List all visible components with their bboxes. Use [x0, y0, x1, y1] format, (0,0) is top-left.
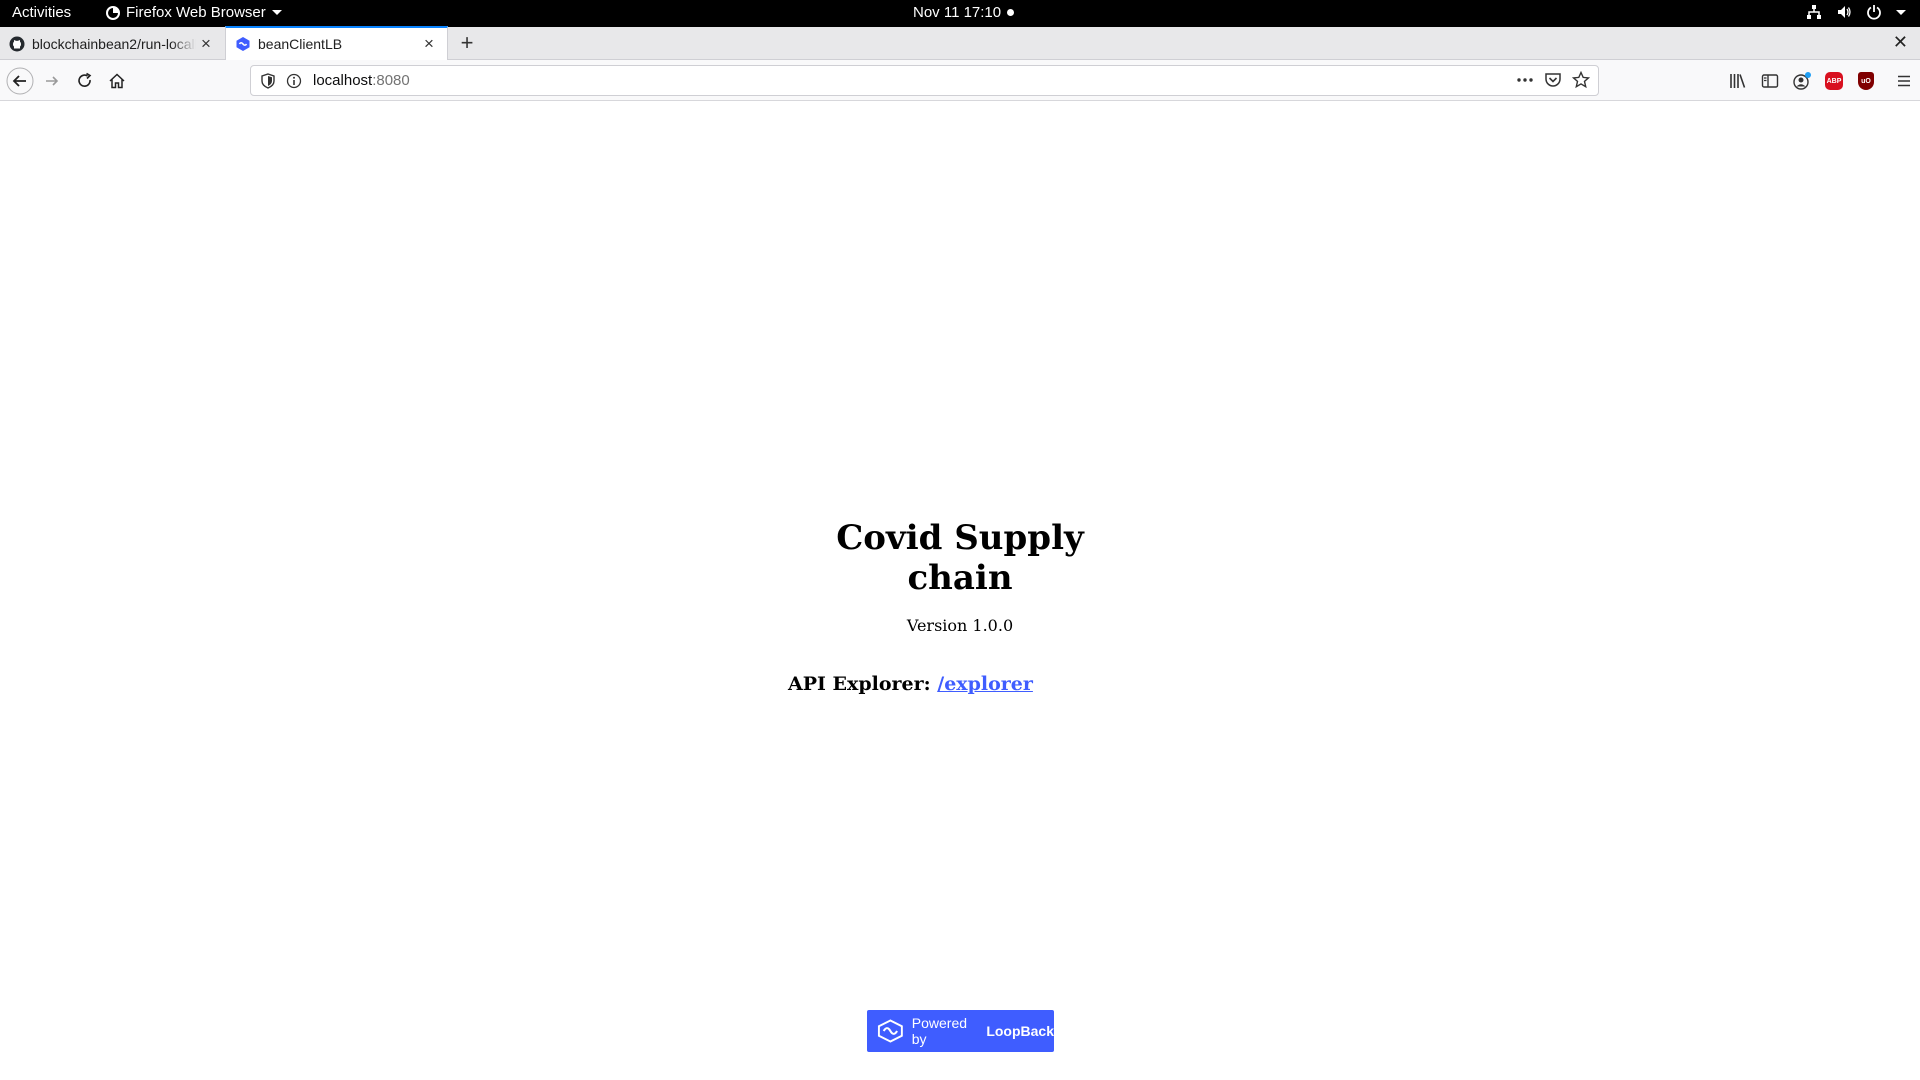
tab-beanclientlb[interactable]: beanClientLB ×	[225, 26, 448, 60]
activities-button[interactable]: Activities	[12, 4, 71, 21]
tab-github[interactable]: blockchainbean2/run-locally ×	[0, 27, 224, 60]
powered-by-loopback-badge[interactable]: Powered by LoopBack	[867, 1010, 1054, 1052]
firefox-icon	[106, 5, 120, 20]
adblock-plus-badge: ABP	[1825, 72, 1843, 90]
app-menu[interactable]: Firefox Web Browser	[106, 4, 282, 21]
tab-strip: blockchainbean2/run-locally × beanClient…	[0, 26, 1920, 60]
new-tab-button[interactable]: +	[454, 30, 480, 56]
close-icon[interactable]: ×	[196, 34, 216, 54]
forward-arrow-icon	[46, 76, 59, 86]
hamburger-menu-icon[interactable]	[1888, 66, 1920, 96]
powered-by-text: Powered by	[911, 1015, 968, 1047]
chevron-down-icon	[1896, 9, 1906, 15]
loopback-logo-icon	[877, 1019, 903, 1043]
page-actions-icon[interactable]	[1516, 71, 1534, 93]
explorer-link[interactable]: /explorer	[937, 673, 1033, 695]
reload-icon	[78, 72, 92, 87]
back-arrow-icon	[6, 67, 34, 95]
loopback-brand-text: LoopBack	[986, 1023, 1054, 1039]
gnome-top-bar: Activities Firefox Web Browser Nov 11 17…	[0, 0, 1920, 27]
url-host: localhost	[313, 72, 373, 89]
home-button[interactable]	[102, 66, 132, 96]
clock-label: Nov 11 17:10	[913, 4, 1002, 21]
adblock-plus-icon[interactable]: ABP	[1818, 66, 1850, 96]
page-content: Covid Supply chain Version 1.0.0 API Exp…	[0, 101, 1920, 1080]
tab-title: beanClientLB	[258, 36, 343, 52]
url-text: localhost:8080	[313, 72, 410, 89]
toolbar-icons: ABP uO	[1722, 66, 1920, 96]
back-button[interactable]	[5, 66, 35, 96]
version-text: Version 1.0.0	[906, 616, 1014, 635]
forward-button[interactable]	[37, 66, 67, 96]
reload-button[interactable]	[70, 66, 100, 96]
ublock-origin-badge: uO	[1858, 72, 1874, 90]
tracking-protection-shield-icon[interactable]	[259, 72, 277, 90]
network-icon	[1807, 5, 1821, 19]
clock[interactable]: Nov 11 17:10	[913, 4, 1015, 21]
loopback-icon	[235, 36, 251, 52]
github-icon	[9, 36, 25, 52]
url-bar[interactable]: localhost:8080	[250, 65, 1599, 96]
url-port: :8080	[372, 72, 410, 89]
ublock-origin-icon[interactable]: uO	[1850, 66, 1882, 96]
home-icon	[109, 73, 125, 89]
close-icon[interactable]: ×	[419, 34, 439, 54]
page-title: Covid Supply chain	[836, 518, 1084, 598]
chevron-down-icon	[271, 10, 282, 15]
system-menu[interactable]	[1806, 4, 1906, 20]
volume-icon	[1838, 6, 1851, 18]
pocket-icon[interactable]	[1544, 71, 1562, 93]
notification-dot-icon	[1007, 9, 1015, 16]
tab-title: blockchainbean2/run-locally	[32, 35, 196, 52]
api-explorer-label: API Explorer:	[788, 673, 931, 695]
info-panel: Covid Supply chain Version 1.0.0 API Exp…	[788, 518, 1132, 695]
power-icon	[1867, 5, 1881, 20]
bookmark-star-icon[interactable]	[1571, 70, 1591, 93]
account-icon[interactable]	[1786, 66, 1818, 96]
sidebar-icon[interactable]	[1754, 66, 1786, 96]
api-explorer-line: API Explorer: /explorer	[788, 673, 1132, 695]
library-icon[interactable]	[1722, 66, 1754, 96]
window-close-icon[interactable]: ✕	[1893, 32, 1908, 53]
site-info-icon[interactable]	[285, 72, 303, 90]
navigation-toolbar: localhost:8080 ABP uO	[0, 60, 1920, 101]
app-menu-label: Firefox Web Browser	[126, 4, 266, 21]
